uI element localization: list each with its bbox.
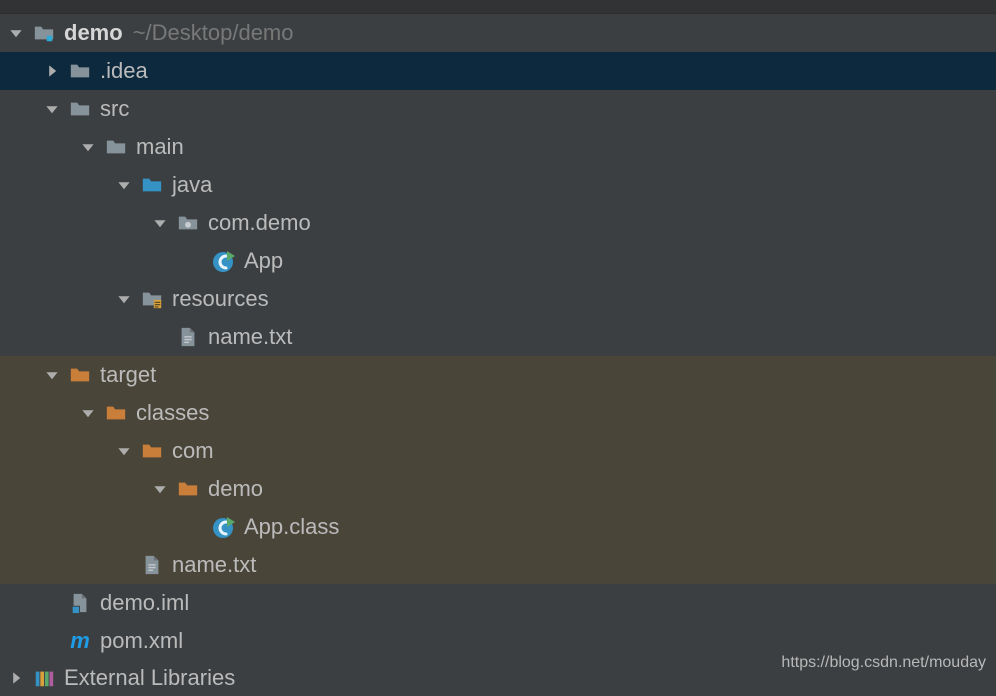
folder-icon (68, 97, 92, 121)
tree-row-target[interactable]: target (0, 356, 996, 394)
chevron-right-icon[interactable] (40, 59, 64, 83)
tree-label: com (172, 438, 214, 464)
tree-label: .idea (100, 58, 148, 84)
tree-label: name.txt (208, 324, 292, 350)
tree-label: demo (208, 476, 263, 502)
project-tree: demo ~/Desktop/demo .idea src main (0, 14, 996, 696)
tree-row-classes[interactable]: classes (0, 394, 996, 432)
chevron-down-icon[interactable] (112, 439, 136, 463)
project-name: demo (64, 20, 123, 46)
text-file-icon (176, 325, 200, 349)
tree-label: main (136, 134, 184, 160)
tree-row-app[interactable]: App (0, 242, 996, 280)
tree-row-resources[interactable]: resources (0, 280, 996, 318)
excluded-folder-icon (140, 439, 164, 463)
tree-row-package[interactable]: com.demo (0, 204, 996, 242)
tree-label: resources (172, 286, 269, 312)
library-icon (32, 666, 56, 690)
folder-icon (104, 135, 128, 159)
tree-row-com[interactable]: com (0, 432, 996, 470)
chevron-down-icon[interactable] (148, 211, 172, 235)
chevron-down-icon[interactable] (40, 97, 64, 121)
tree-row-src[interactable]: src (0, 90, 996, 128)
excluded-folder-icon (68, 363, 92, 387)
tree-row-java[interactable]: java (0, 166, 996, 204)
tree-row-project-root[interactable]: demo ~/Desktop/demo (0, 14, 996, 52)
chevron-down-icon[interactable] (40, 363, 64, 387)
chevron-down-icon[interactable] (76, 401, 100, 425)
source-folder-icon (140, 173, 164, 197)
tree-label: App (244, 248, 283, 274)
tree-label: classes (136, 400, 209, 426)
excluded-folder-icon (104, 401, 128, 425)
tree-label: target (100, 362, 156, 388)
chevron-down-icon[interactable] (112, 287, 136, 311)
chevron-down-icon[interactable] (148, 477, 172, 501)
tree-label: name.txt (172, 552, 256, 578)
tree-label: External Libraries (64, 665, 235, 691)
maven-icon: m (68, 629, 92, 653)
tree-row-nametxt-2[interactable]: name.txt (0, 546, 996, 584)
java-class-run-icon (212, 249, 236, 273)
java-class-run-icon (212, 515, 236, 539)
tree-row-nametxt-1[interactable]: name.txt (0, 318, 996, 356)
module-folder-icon (32, 21, 56, 45)
tree-label: java (172, 172, 212, 198)
watermark: https://blog.csdn.net/mouday (781, 654, 986, 672)
tree-row-iml[interactable]: demo.iml (0, 584, 996, 622)
tree-row-main[interactable]: main (0, 128, 996, 166)
tree-row-idea[interactable]: .idea (0, 52, 996, 90)
text-file-icon (140, 553, 164, 577)
module-file-icon (68, 591, 92, 615)
tree-label: pom.xml (100, 628, 183, 654)
chevron-right-icon[interactable] (4, 666, 28, 690)
tree-label: src (100, 96, 129, 122)
chevron-down-icon[interactable] (4, 21, 28, 45)
tree-label: com.demo (208, 210, 311, 236)
chevron-down-icon[interactable] (112, 173, 136, 197)
tree-row-demo[interactable]: demo (0, 470, 996, 508)
tree-label: App.class (244, 514, 339, 540)
resources-folder-icon (140, 287, 164, 311)
tree-row-appclass[interactable]: App.class (0, 508, 996, 546)
chevron-down-icon[interactable] (76, 135, 100, 159)
excluded-folder-icon (176, 477, 200, 501)
project-path: ~/Desktop/demo (133, 20, 294, 46)
topbar (0, 0, 996, 14)
folder-icon (68, 59, 92, 83)
tree-label: demo.iml (100, 590, 189, 616)
package-icon (176, 211, 200, 235)
